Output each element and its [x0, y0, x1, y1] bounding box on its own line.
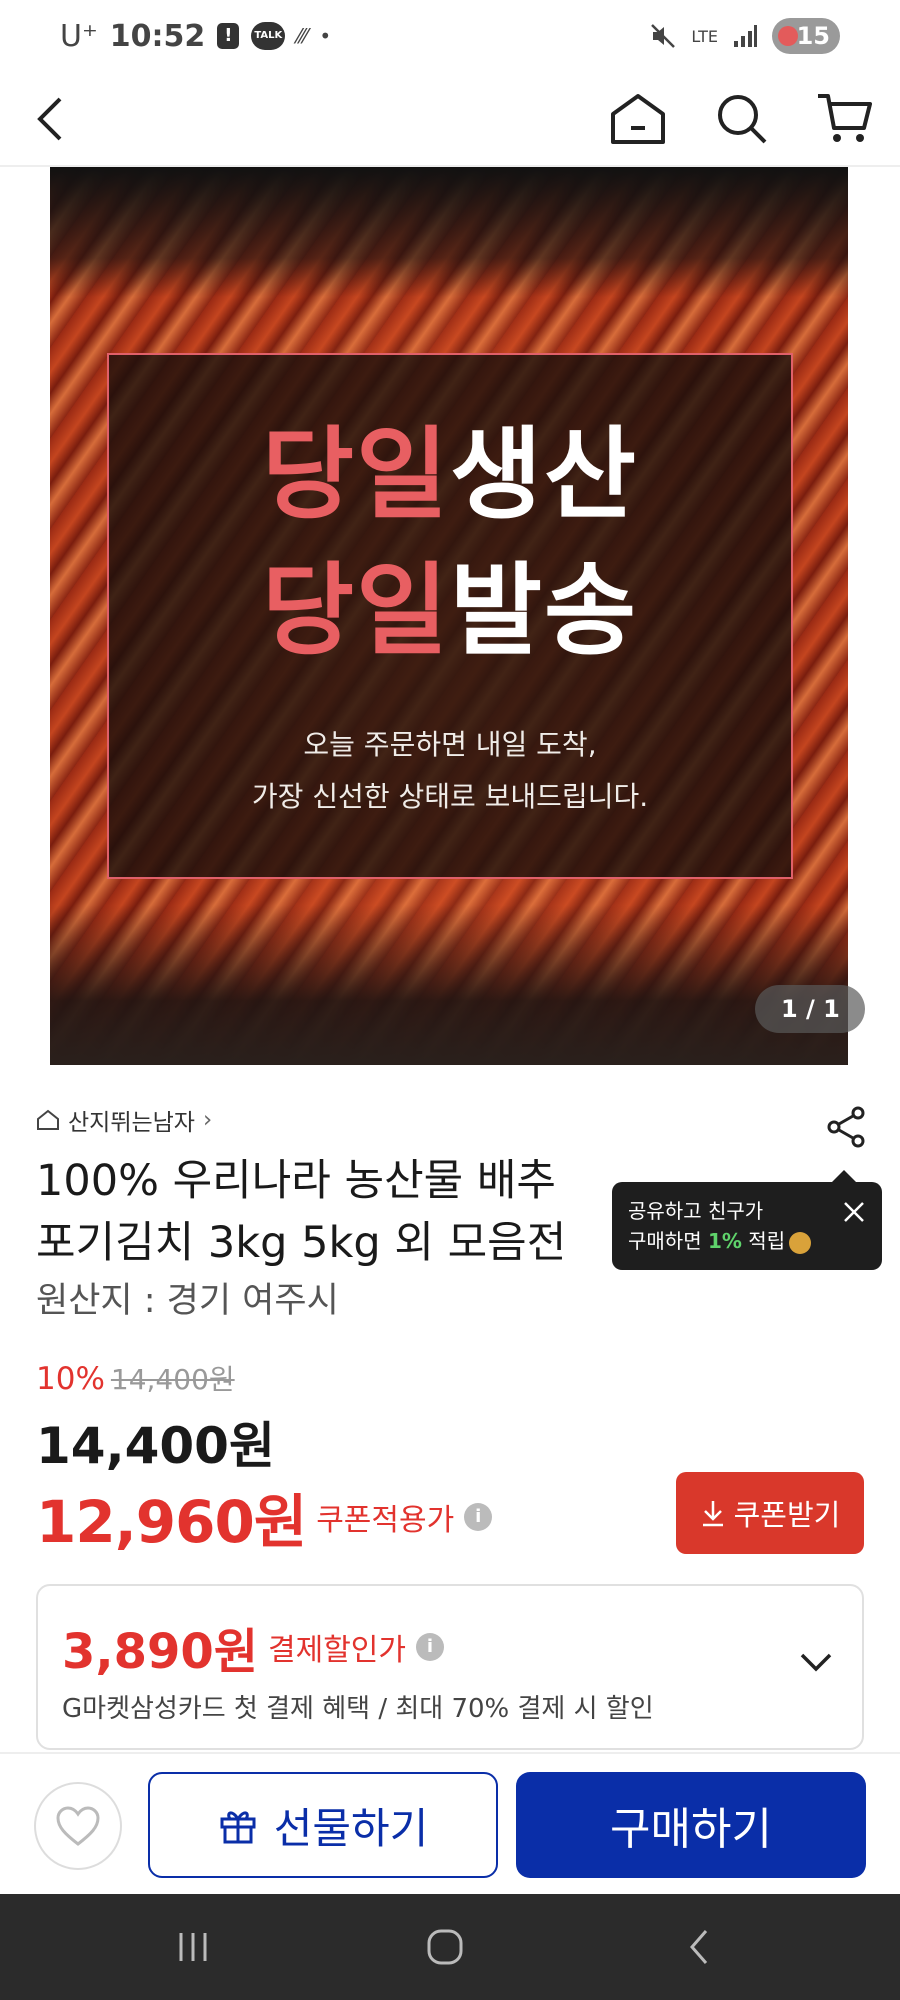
back-icon: [37, 97, 62, 141]
promo-banner: 당일생산 당일발송 오늘 주문하면 내일 도착, 가장 신선한 상태로 보내드립…: [107, 353, 793, 879]
tooltip-line-1: 공유하고 친구가: [628, 1199, 764, 1223]
product-image[interactable]: 당일생산 당일발송 오늘 주문하면 내일 도착, 가장 신선한 상태로 보내드립…: [50, 167, 848, 1065]
promo-line-1-red: 당일: [262, 416, 450, 533]
original-price: 14,400원: [110, 1363, 235, 1396]
chevron-down-icon: [800, 1653, 832, 1672]
chevron-right-icon: ›: [202, 1107, 213, 1133]
gift-button[interactable]: 선물하기: [148, 1772, 498, 1878]
gift-label: 선물하기: [273, 1803, 429, 1853]
origin-label: 원산지 : 경기 여주시: [36, 1281, 339, 1321]
recent-apps-button[interactable]: [168, 1922, 218, 1972]
app-header: [0, 72, 900, 167]
search-button[interactable]: [710, 87, 774, 151]
image-shadow-top: [50, 167, 848, 297]
more-dot-icon: •: [319, 24, 332, 48]
heart-icon: [56, 1806, 100, 1846]
promo-line-1: 당일생산: [109, 407, 791, 543]
tooltip-prefix: 구매하면: [628, 1229, 708, 1253]
home-icon: [611, 94, 665, 144]
home-button[interactable]: [606, 87, 670, 151]
tooltip-close-button[interactable]: [842, 1200, 866, 1224]
promo-line-1-white: 생산: [450, 416, 638, 533]
kakaotalk-icon: TALK: [251, 22, 286, 50]
cart-button[interactable]: [812, 87, 876, 151]
mute-icon: [651, 24, 676, 48]
wishlist-button[interactable]: [34, 1782, 122, 1870]
promo-subtext: 오늘 주문하면 내일 도착, 가장 신선한 상태로 보내드립니다.: [109, 719, 791, 823]
payment-discount-amount: 3,890원: [62, 1624, 258, 1680]
get-coupon-label: 쿠폰받기: [733, 1498, 841, 1532]
promo-sub-2: 가장 신선한 상태로 보내드립니다.: [251, 780, 649, 813]
payment-info-icon[interactable]: i: [416, 1633, 444, 1661]
battery-level: 15: [796, 22, 830, 50]
promo-sub-1: 오늘 주문하면 내일 도착,: [303, 728, 597, 761]
discount-row: 10% 14,400원: [36, 1358, 235, 1398]
seller-link[interactable]: 산지뛰는남자 ›: [36, 1103, 212, 1137]
clock: 10:52: [109, 18, 206, 54]
share-tooltip: 공유하고 친구가 구매하면 1% 적립: [612, 1170, 882, 1270]
signal-strikes-icon: ⁄⁄⁄: [297, 24, 308, 48]
tooltip-percent: 1%: [707, 1229, 742, 1253]
notification-alert-icon: !: [217, 23, 240, 49]
back-button[interactable]: [20, 87, 84, 151]
signal-icon: [734, 25, 757, 47]
close-icon: [844, 1202, 864, 1222]
download-icon: [702, 1501, 723, 1527]
system-nav-bar: [0, 1894, 900, 2000]
battery-indicator: 15: [772, 18, 840, 54]
money-bag-icon: [789, 1231, 812, 1254]
tooltip-line-2: 구매하면 1% 적립: [628, 1226, 866, 1256]
payment-discount-label: 결제할인가: [268, 1633, 406, 1668]
coupon-price: 12,960원: [36, 1488, 307, 1556]
cart-icon: [818, 94, 872, 142]
home-nav-button[interactable]: [420, 1922, 470, 1972]
expand-button[interactable]: [796, 1642, 836, 1682]
back-nav-icon: [690, 1930, 708, 1964]
info-icon[interactable]: i: [464, 1503, 493, 1531]
image-counter: 1 / 1: [755, 985, 865, 1033]
share-button[interactable]: [825, 1105, 869, 1149]
status-bar: U⁺ 10:52 ! TALK ⁄⁄⁄ • LTE 15: [0, 0, 900, 72]
coupon-price-row: 12,960원 쿠폰적용가 i: [36, 1475, 493, 1559]
back-nav-button[interactable]: [674, 1922, 724, 1972]
home-circle-icon: [427, 1929, 463, 1965]
recent-apps-icon: [179, 1933, 207, 1961]
promo-line-2: 당일발송: [109, 543, 791, 679]
status-right: LTE 15: [649, 18, 840, 54]
purchase-action-bar: 선물하기 구매하기: [0, 1752, 900, 1894]
status-left: U⁺ 10:52 ! TALK ⁄⁄⁄ •: [60, 19, 331, 54]
payment-discount-description: G마켓삼성카드 첫 결제 혜택 / 최대 70% 결제 시 할인: [62, 1694, 654, 1724]
sale-price: 14,400원: [36, 1417, 275, 1475]
buy-button[interactable]: 구매하기: [516, 1772, 866, 1878]
promo-line-2-red: 당일: [262, 552, 450, 669]
payment-discount-row: 3,890원 결제할인가 i: [62, 1612, 444, 1682]
seller-name: 산지뛰는남자: [68, 1110, 195, 1136]
buy-label: 구매하기: [610, 1804, 772, 1855]
discount-rate: 10%: [36, 1361, 105, 1397]
gift-icon: [220, 1811, 256, 1844]
promo-line-2-white: 발송: [450, 552, 638, 669]
tooltip-suffix: 적립: [741, 1229, 786, 1253]
carrier-label: U⁺: [60, 18, 98, 54]
lte-label: LTE: [691, 26, 718, 46]
share-icon: [827, 1106, 865, 1148]
search-icon: [718, 95, 767, 144]
get-coupon-button[interactable]: 쿠폰받기: [676, 1472, 864, 1554]
payment-discount-card[interactable]: 3,890원 결제할인가 i G마켓삼성카드 첫 결제 혜택 / 최대 70% …: [36, 1584, 864, 1750]
coupon-price-label: 쿠폰적용가: [316, 1503, 455, 1538]
image-pot-rim: [50, 905, 848, 1065]
shop-home-icon: [37, 1109, 59, 1130]
